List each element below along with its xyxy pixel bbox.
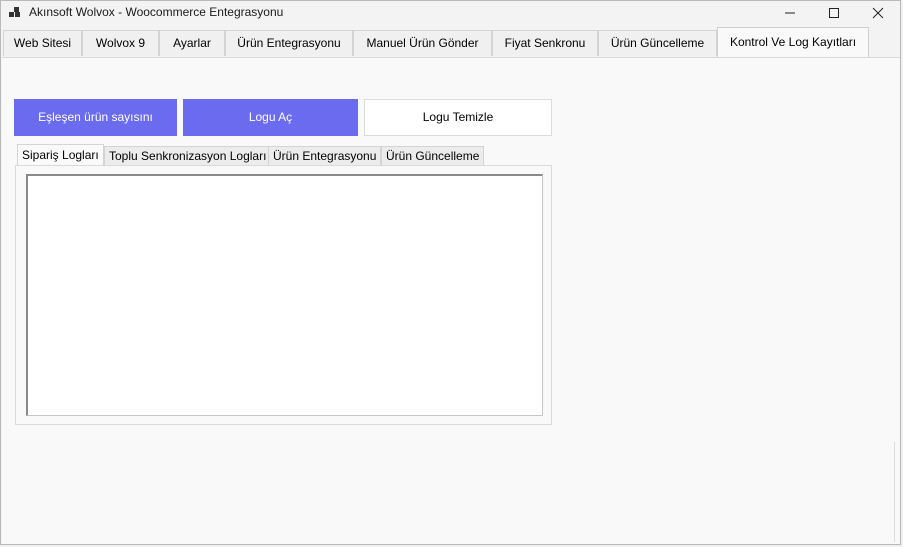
tab-wolvox-9[interactable]: Wolvox 9	[82, 30, 159, 56]
inner-tab-urun-guncelleme[interactable]: Ürün Güncelleme	[381, 146, 485, 166]
title-bar[interactable]: Akınsoft Wolvox - Woocommerce Entegrasyo…	[1, 1, 900, 25]
log-tab-strip: Sipariş Logları Toplu Senkronizasyon Log…	[15, 144, 555, 166]
tab-kontrol-ve-log-kayitlari[interactable]: Kontrol Ve Log Kayıtları	[717, 27, 869, 57]
inner-tab-urun-entegrasyonu[interactable]: Ürün Entegrasyonu	[268, 146, 382, 166]
maximize-icon	[829, 8, 839, 18]
open-log-button[interactable]: Logu Aç	[183, 99, 358, 136]
tab-ayarlar[interactable]: Ayarlar	[159, 30, 225, 56]
tab-manuel-urun-gonder[interactable]: Manuel Ürün Gönder	[353, 30, 492, 56]
tab-fiyat-senkronu[interactable]: Fiyat Senkronu	[492, 30, 598, 56]
minimize-button[interactable]	[767, 1, 813, 25]
tab-page-kontrol-log: Eşleşen ürün sayısını Logu Aç Logu Temiz…	[2, 57, 900, 544]
log-tab-panel	[15, 165, 552, 425]
main-tab-strip: Web Sitesi Wolvox 9 Ayarlar Ürün Entegra…	[1, 27, 900, 57]
maximize-button[interactable]	[811, 1, 857, 25]
window-title: Akınsoft Wolvox - Woocommerce Entegrasyo…	[29, 5, 284, 19]
tab-web-sitesi[interactable]: Web Sitesi	[3, 30, 82, 56]
close-icon	[872, 7, 884, 19]
inner-tab-siparis-loglari[interactable]: Sipariş Logları	[17, 144, 104, 166]
tab-urun-guncelleme[interactable]: Ürün Güncelleme	[598, 30, 717, 56]
app-window: Akınsoft Wolvox - Woocommerce Entegrasyo…	[0, 0, 901, 545]
tab-urun-entegrasyonu[interactable]: Ürün Entegrasyonu	[225, 30, 353, 56]
minimize-icon	[785, 12, 795, 14]
app-grid-icon	[9, 7, 20, 17]
inner-tab-toplu-senkronizasyon[interactable]: Toplu Senkronizasyon Logları	[104, 146, 272, 166]
close-button[interactable]	[855, 1, 900, 25]
clear-log-button[interactable]: Logu Temizle	[364, 99, 552, 136]
matched-count-button[interactable]: Eşleşen ürün sayısını	[14, 99, 177, 136]
window-resize-edge[interactable]	[894, 442, 900, 542]
order-log-textbox[interactable]	[26, 174, 543, 416]
